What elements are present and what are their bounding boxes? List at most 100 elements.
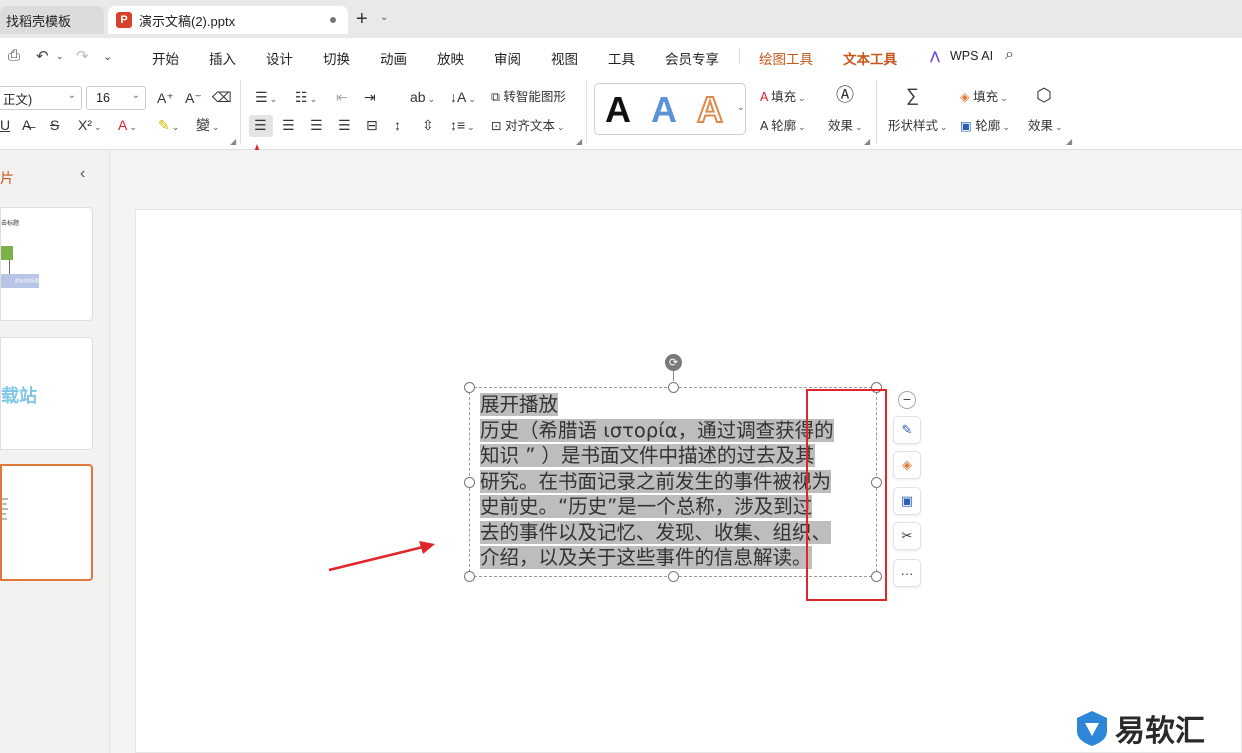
menu-wps-ai[interactable]: WPS AI — [950, 49, 993, 63]
decrease-font-size-icon[interactable]: A⁻ — [185, 89, 202, 107]
collapse-panel-chevron-left-icon[interactable]: ‹ — [80, 165, 85, 183]
shape-style-label: 形状样式 — [888, 119, 939, 133]
increase-font-size-icon[interactable]: A⁺ — [157, 89, 174, 107]
resize-handle-top-left[interactable] — [464, 382, 475, 393]
bullet-list-icon[interactable]: ☰ ⌄ — [255, 88, 277, 108]
quick-tools-icon[interactable]: ✂ — [893, 522, 921, 550]
quick-more-button[interactable]: ··· — [893, 559, 921, 587]
strikethrough-a-icon[interactable]: A̶ — [22, 116, 31, 134]
ribbon-separator — [876, 80, 877, 144]
tab-document-label: 演示文稿(2).pptx — [139, 13, 236, 29]
text-effect-button[interactable]: 效果 ⌄ — [828, 117, 863, 136]
paragraph-spacing-icon[interactable]: ⇳ — [422, 116, 434, 134]
shape-effect-cube-icon[interactable]: ⬡ — [1036, 86, 1052, 104]
menu-design[interactable]: 设计 — [266, 48, 293, 68]
menu-view[interactable]: 视图 — [551, 48, 578, 68]
underline-icon[interactable]: U — [0, 116, 10, 134]
shape-effect-button[interactable]: 效果 ⌄ — [1028, 117, 1063, 136]
text-effect-icon[interactable]: Ⓐ — [836, 86, 854, 104]
more-quick-access-chevron-icon[interactable]: ⌄ — [103, 50, 112, 63]
strikethrough-s-icon[interactable]: S — [50, 116, 59, 134]
menu-transition[interactable]: 切换 — [323, 48, 350, 68]
convert-smartart-button[interactable]: ⧉ 转智能图形 — [491, 88, 566, 106]
search-icon[interactable]: ⌕ — [1005, 46, 1014, 64]
menu-slideshow[interactable]: 放映 — [437, 48, 464, 68]
text-direction-icon[interactable]: ab ⌄ — [410, 88, 435, 108]
justify-icon[interactable]: ☰ — [338, 116, 351, 134]
undo-icon[interactable]: ↶ — [36, 47, 49, 65]
menu-text-tools[interactable]: 文本工具 — [843, 48, 897, 77]
align-right-icon[interactable]: ☰ — [310, 116, 323, 134]
tab-template-label: 找稻壳模板 — [6, 13, 72, 29]
undo-dropdown-chevron-icon[interactable]: ⌄ — [56, 51, 64, 62]
textbox-line: 去的事件以及记忆、发现、收集、组织、 — [480, 520, 832, 544]
menu-drawing-tools[interactable]: 绘图工具 — [759, 48, 813, 68]
textbox-line: 展开播放 — [480, 393, 559, 416]
text-outline-button[interactable]: A 轮廓 ⌄ — [760, 117, 806, 136]
shape-effect-label: 效果 — [1028, 119, 1054, 133]
slide-thumbnail-3-selected[interactable] — [0, 464, 93, 581]
shape-style-icon[interactable]: ∑ — [906, 86, 919, 104]
text-fill-icon: A — [760, 90, 768, 104]
text-style-gallery-chevron-icon[interactable]: ⌄ — [737, 102, 745, 113]
tab-document[interactable]: P 演示文稿(2).pptx — [108, 6, 348, 34]
slide-thumbnail-2[interactable]: 载站 — [0, 337, 93, 450]
thumb1-blue-box: 此处添加标题 — [1, 274, 39, 288]
text-style-orange-outline[interactable]: A — [696, 89, 724, 131]
textbox-line: 知识 ” ）是书面文件中描述的过去及其 — [480, 444, 815, 467]
font-dialog-launcher-icon[interactable]: ◢ — [230, 137, 236, 146]
quick-outline-icon[interactable]: ▣ — [893, 487, 921, 515]
menu-tools[interactable]: 工具 — [608, 48, 635, 68]
text-style-dialog-launcher-icon[interactable]: ◢ — [864, 137, 870, 146]
menu-review[interactable]: 审阅 — [494, 48, 521, 68]
font-name-select[interactable]: 正文) ⌄ — [0, 86, 82, 110]
collapse-toolbar-minus-icon[interactable]: − — [898, 391, 916, 409]
align-center-icon[interactable]: ☰ — [282, 116, 295, 134]
text-style-black[interactable]: A — [605, 90, 631, 130]
rotate-handle-icon[interactable]: ⟳ — [665, 354, 682, 371]
slide-thumbnail-1[interactable]: 击标题 此处添加标题 — [0, 207, 93, 321]
font-color-icon[interactable]: A ⌄ — [118, 116, 137, 136]
superscript-icon[interactable]: X² ⌄ — [78, 116, 102, 136]
increase-indent-icon[interactable]: ⇥ — [364, 88, 376, 106]
numbered-list-icon[interactable]: ☷ ⌄ — [295, 88, 317, 108]
menu-animation[interactable]: 动画 — [380, 48, 407, 68]
line-spacing-icon[interactable]: ↕ — [394, 116, 401, 134]
paragraph-dialog-launcher-icon[interactable]: ◢ — [576, 137, 582, 146]
ribbon-separator — [240, 80, 241, 144]
new-tab-plus-icon[interactable]: + — [356, 9, 368, 29]
shape-dialog-launcher-icon[interactable]: ◢ — [1066, 137, 1072, 146]
text-style-gallery[interactable]: A A A — [594, 83, 746, 135]
column-spacing-icon[interactable]: ↕≡ ⌄ — [450, 116, 475, 136]
distributed-align-icon[interactable]: ⊟ — [366, 116, 378, 134]
resize-handle-bottom-left[interactable] — [464, 571, 475, 582]
highlight-color-icon[interactable]: ✎ ⌄ — [158, 116, 179, 136]
shape-style-button[interactable]: 形状样式 ⌄ — [888, 117, 948, 136]
menu-member[interactable]: 会员专享 — [665, 48, 719, 68]
font-size-select[interactable]: 16 ⌄ — [86, 86, 146, 110]
decrease-indent-icon[interactable]: ⇤ — [336, 88, 348, 106]
shape-fill-button[interactable]: ◈ 填充 ⌄ — [960, 88, 1008, 107]
convert-smartart-label: 转智能图形 — [503, 90, 566, 104]
shape-outline-button[interactable]: ▣ 轮廓 ⌄ — [960, 117, 1010, 136]
clear-format-eraser-icon[interactable]: ⌫ — [212, 88, 232, 106]
print-preview-icon[interactable]: ⎙ — [8, 47, 20, 64]
new-tab-chevron-down-icon[interactable]: ⌄ — [380, 12, 388, 23]
text-sort-icon[interactable]: ↓A ⌄ — [450, 88, 476, 108]
text-style-blue[interactable]: A — [651, 90, 677, 130]
menu-insert[interactable]: 插入 — [209, 48, 236, 68]
resize-handle-bottom[interactable] — [668, 571, 679, 582]
unsaved-dot-icon[interactable] — [330, 17, 336, 23]
text-fill-button[interactable]: A 填充 ⌄ — [760, 88, 806, 107]
text-fill-label: 填充 — [771, 90, 797, 104]
phonetic-guide-icon[interactable]: 變 ⌄ — [196, 116, 220, 136]
align-text-button[interactable]: ⊡ 对齐文本 ⌄ — [491, 117, 565, 136]
quick-fill-bucket-icon[interactable]: ◈ — [893, 451, 921, 479]
resize-handle-left[interactable] — [464, 477, 475, 488]
menu-home[interactable]: 开始 — [152, 48, 179, 68]
align-left-icon[interactable]: ☰ — [254, 116, 267, 134]
tab-template[interactable]: 找稻壳模板 — [0, 6, 104, 34]
redo-icon[interactable]: ↷ — [76, 47, 89, 65]
textbox-line: 历史（希腊语 ιστορία，通过调查获得的 — [480, 418, 834, 442]
quick-style-brush-icon[interactable]: ✎ — [893, 416, 921, 444]
